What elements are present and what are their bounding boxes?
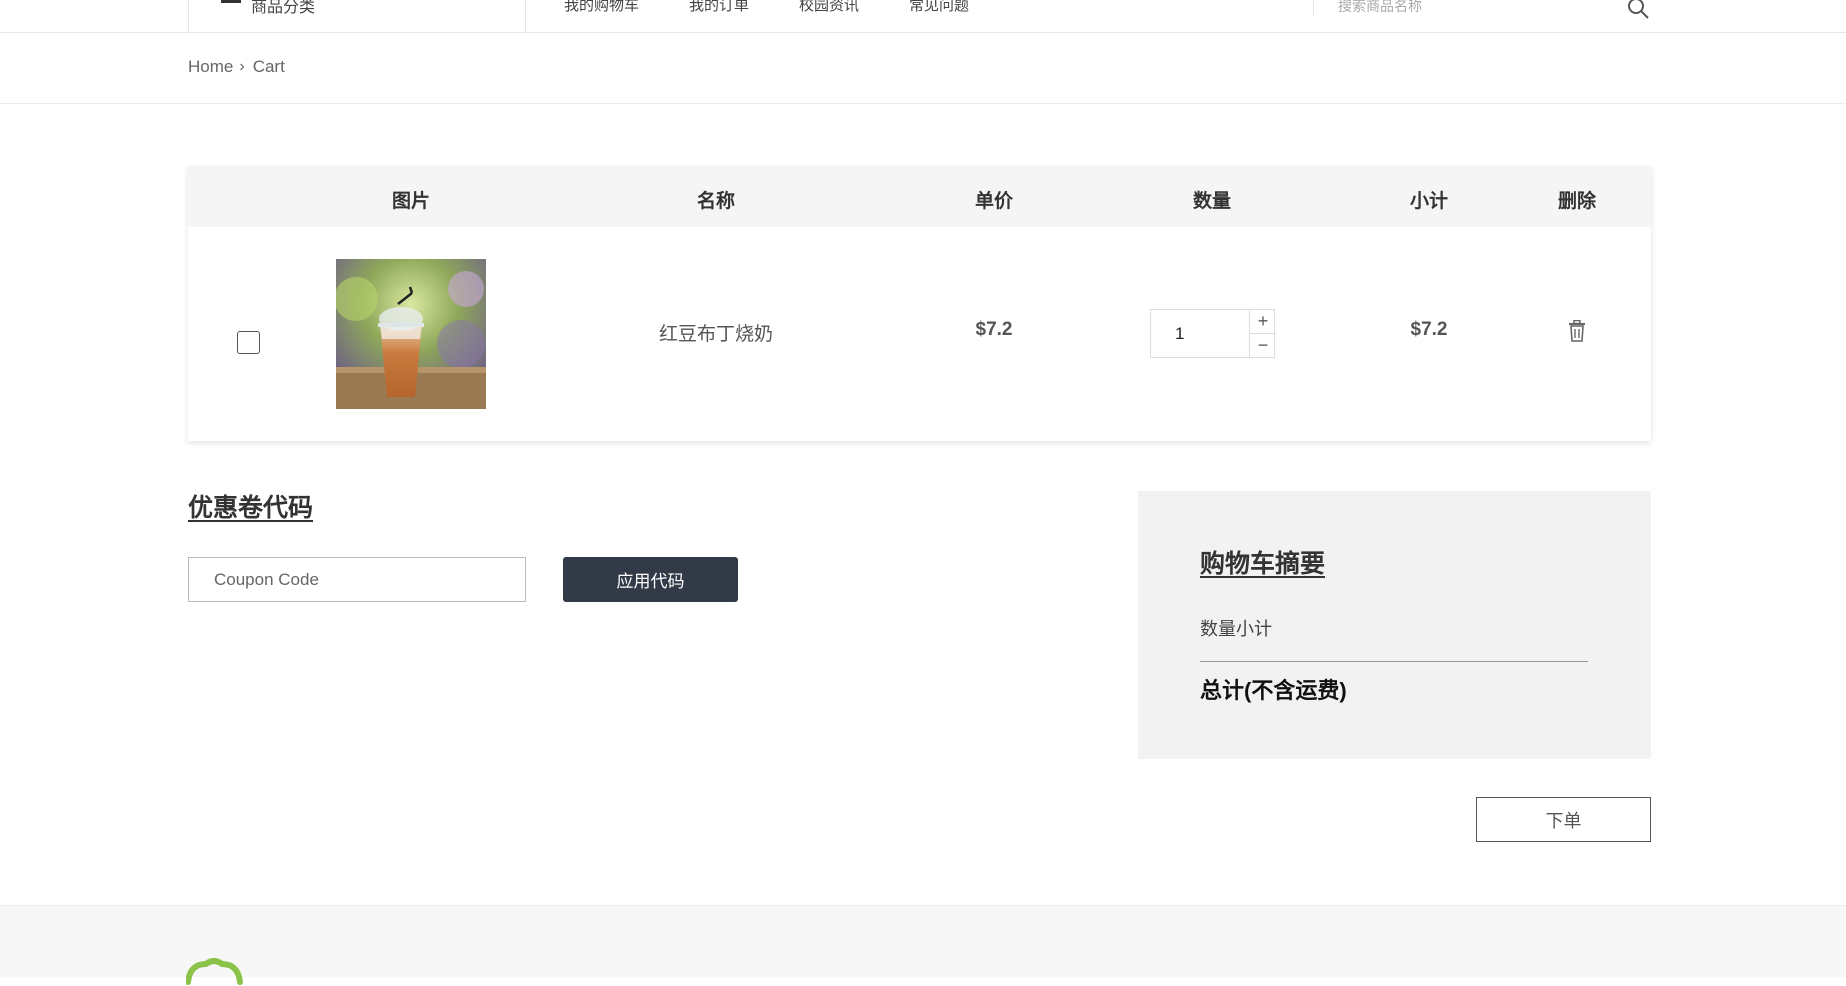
top-navigation: 商品分类 我的购物车 我的订单 校园资讯 常见问题 搜索商品名称 (0, 0, 1846, 33)
coupon-code-input[interactable] (188, 557, 526, 602)
search-box[interactable]: 搜索商品名称 (1313, 0, 1650, 19)
cart-table: 图片 名称 单价 数量 小计 删除 红豆布丁烧奶 $7.2 1 + − $7.2 (188, 166, 1651, 441)
divider (0, 103, 1846, 104)
header-delete: 删除 (1557, 191, 1597, 212)
quantity-controls: + − (1249, 310, 1276, 357)
product-name[interactable]: 红豆布丁烧奶 (659, 319, 773, 346)
category-menu-button[interactable]: 商品分类 (188, 0, 526, 32)
chevron-right-icon: › (239, 58, 245, 75)
summary-total: 总计(不含运费) (1200, 678, 1347, 703)
quantity-decrement-button[interactable]: − (1250, 334, 1276, 357)
nav-link-faq[interactable]: 常见问题 (909, 0, 969, 15)
header-quantity: 数量 (1192, 191, 1232, 212)
breadcrumb: Home › Cart (188, 57, 285, 77)
nav-link-news[interactable]: 校园资讯 (799, 0, 859, 15)
category-menu-label: 商品分类 (251, 0, 316, 16)
header-price: 单价 (974, 191, 1014, 212)
breadcrumb-current: Cart (252, 57, 285, 76)
nav-link-cart[interactable]: 我的购物车 (564, 0, 639, 15)
hamburger-icon (221, 0, 241, 3)
header-subtotal: 小计 (1409, 191, 1449, 212)
logo-icon (186, 958, 243, 985)
search-placeholder: 搜索商品名称 (1338, 0, 1422, 14)
coupon-title: 优惠卷代码 (188, 494, 314, 522)
apply-coupon-button[interactable]: 应用代码 (563, 557, 738, 602)
header-name: 名称 (696, 191, 736, 212)
summary-divider (1200, 661, 1588, 662)
summary-title: 购物车摘要 (1200, 550, 1326, 578)
search-icon[interactable] (1626, 0, 1650, 20)
nav-links: 我的购物车 我的订单 校园资讯 常见问题 (564, 0, 1019, 15)
trash-icon[interactable] (1568, 320, 1586, 342)
item-select-checkbox[interactable] (237, 331, 260, 354)
product-image (336, 259, 486, 409)
item-subtotal: $7.2 (1410, 319, 1448, 340)
quantity-value[interactable]: 1 (1175, 324, 1184, 344)
table-header: 图片 名称 单价 数量 小计 删除 (188, 166, 1651, 227)
unit-price: $7.2 (975, 319, 1013, 340)
cart-summary-panel: 购物车摘要 数量小计 总计(不含运费) (1138, 491, 1651, 759)
nav-link-orders[interactable]: 我的订单 (689, 0, 749, 15)
quantity-stepper[interactable]: 1 + − (1150, 309, 1276, 358)
breadcrumb-home[interactable]: Home (188, 57, 233, 77)
summary-quantity-subtotal: 数量小计 (1200, 619, 1272, 639)
place-order-button[interactable]: 下单 (1476, 797, 1651, 842)
quantity-increment-button[interactable]: + (1250, 310, 1276, 334)
footer (0, 905, 1846, 985)
header-image: 图片 (391, 191, 431, 212)
